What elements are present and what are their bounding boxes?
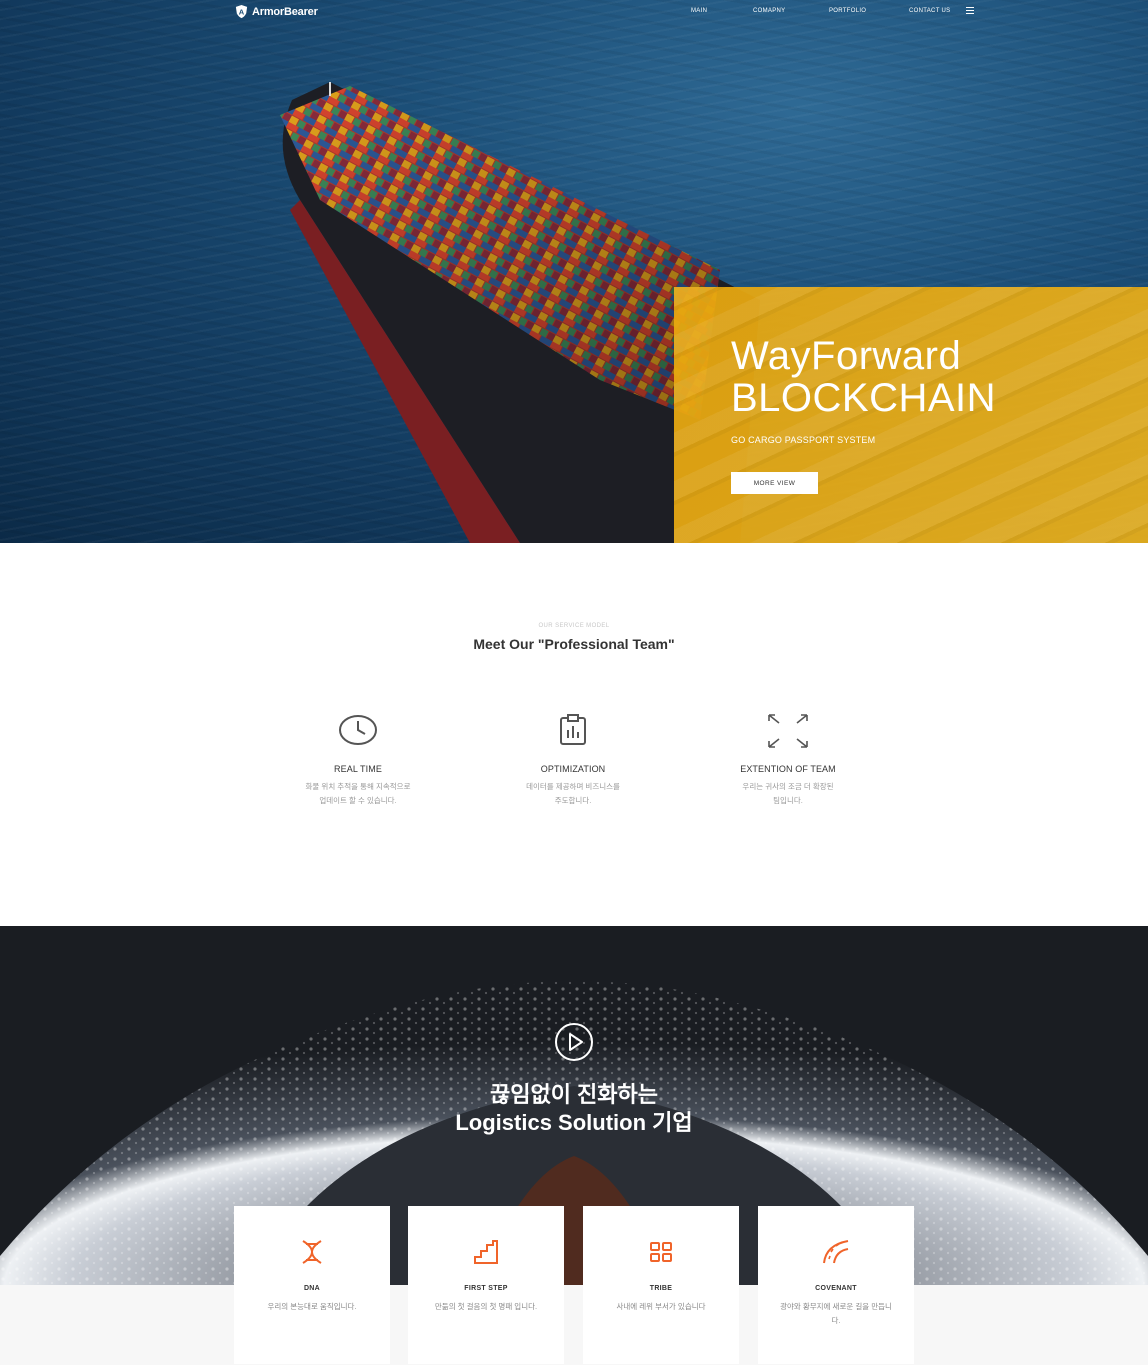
feature-desc-line: 주도합니다.: [554, 796, 592, 805]
card-desc: 광야와 황무지에 새로운 길을 만듭니다.: [780, 1302, 892, 1325]
feature-extention-of-team: EXTENTION OF TEAM 우리는 귀사의 조금 더 확장된 팀입니다.: [718, 713, 858, 808]
card-name: FIRST STEP: [464, 1285, 508, 1292]
bottom-background-strip: [0, 1285, 1148, 1365]
card-name: DNA: [303, 1285, 321, 1292]
road-curve-icon: [823, 1240, 849, 1264]
feature-optimization: OPTIMIZATION 데이터를 제공하며 비즈니스를 주도합니다.: [503, 713, 643, 808]
value-card-covenant[interactable]: COVENANT 광야와 황무지에 새로운 길을 만듭니다.: [758, 1206, 914, 1364]
feature-desc-line: 우리는 귀사의 조금 더 확장된: [742, 782, 834, 791]
clock-icon: [339, 715, 377, 745]
nav-portfolio[interactable]: PORTFOLIO: [829, 8, 866, 14]
hamburger-icon[interactable]: [966, 7, 974, 15]
card-desc: 사내에 레위 부서가 있습니다: [616, 1302, 706, 1311]
video-title-line2: Logistics Solution 기업: [455, 1110, 693, 1135]
feature-name: REAL TIME: [334, 764, 382, 774]
value-card-first-step[interactable]: FIRST STEP 만듦의 첫 걸음의 첫 명패 입니다.: [408, 1206, 564, 1364]
video-section-title: 끊임없이 진화하는 Logistics Solution 기업: [0, 1081, 1148, 1137]
clipboard-chart-icon: [560, 714, 586, 745]
value-card-dna[interactable]: DNA 우리의 본능대로 움직입니다.: [234, 1206, 390, 1364]
feature-desc-line: 데이터를 제공하며 비즈니스를: [526, 782, 620, 791]
hero-banner-card: WayForward BLOCKCHAIN GO CARGO PASSPORT …: [674, 287, 1148, 543]
service-section: OUR SERVICE MODEL Meet Our "Professional…: [0, 543, 1148, 926]
video-section: 끊임없이 진화하는 Logistics Solution 기업: [0, 926, 1148, 1285]
expand-arrows-icon: [768, 714, 808, 748]
video-title-line1: 끊임없이 진화하는: [489, 1082, 659, 1107]
section-eyebrow: OUR SERVICE MODEL: [538, 623, 610, 629]
grid-squares-icon: [650, 1242, 672, 1262]
card-name: TRIBE: [649, 1285, 673, 1292]
card-name: COVENANT: [815, 1285, 857, 1292]
section-title: Meet Our "Professional Team": [473, 636, 675, 652]
feature-desc-line: 화물 위치 추적을 통해 지속적으로: [305, 782, 411, 791]
hero-section: A ArmorBearer MAIN COMAPNY PORTFOLIO CON…: [0, 0, 1148, 543]
feature-name: OPTIMIZATION: [540, 764, 606, 774]
dna-icon: [302, 1240, 322, 1264]
hero-title: WayForward BLOCKCHAIN: [731, 335, 996, 419]
feature-desc: 화물 위치 추적을 통해 지속적으로 업데이트 할 수 있습니다.: [288, 780, 428, 808]
stairs-icon: [474, 1240, 498, 1264]
feature-desc-line: 업데이트 할 수 있습니다.: [319, 796, 397, 805]
main-menu: MAIN COMAPNY PORTFOLIO CONTACT US: [0, 8, 1148, 20]
nav-contact-us[interactable]: CONTACT US: [909, 8, 950, 14]
feature-name: EXTENTION OF TEAM: [740, 764, 836, 774]
feature-desc: 우리는 귀사의 조금 더 확장된 팀입니다.: [718, 780, 858, 808]
feature-desc-line: 팀입니다.: [773, 796, 803, 805]
nav-main[interactable]: MAIN: [691, 8, 707, 14]
card-desc: 만듦의 첫 걸음의 첫 명패 입니다.: [434, 1302, 538, 1311]
card-desc: 우리의 본능대로 움직입니다.: [267, 1302, 357, 1311]
value-card-tribe[interactable]: TRIBE 사내에 레위 부서가 있습니다: [583, 1206, 739, 1364]
hero-title-line2: BLOCKCHAIN: [731, 376, 997, 420]
hero-title-line1: WayForward: [731, 334, 962, 378]
top-navigation: A ArmorBearer MAIN COMAPNY PORTFOLIO CON…: [0, 0, 1148, 24]
more-view-button[interactable]: MORE VIEW: [731, 472, 818, 494]
nav-company[interactable]: COMAPNY: [753, 8, 785, 14]
feature-real-time: REAL TIME 화물 위치 추적을 통해 지속적으로 업데이트 할 수 있습…: [288, 713, 428, 808]
feature-desc: 데이터를 제공하며 비즈니스를 주도합니다.: [503, 780, 643, 808]
play-circle-icon[interactable]: [554, 1022, 594, 1062]
hero-subtitle: GO CARGO PASSPORT SYSTEM: [731, 435, 876, 445]
